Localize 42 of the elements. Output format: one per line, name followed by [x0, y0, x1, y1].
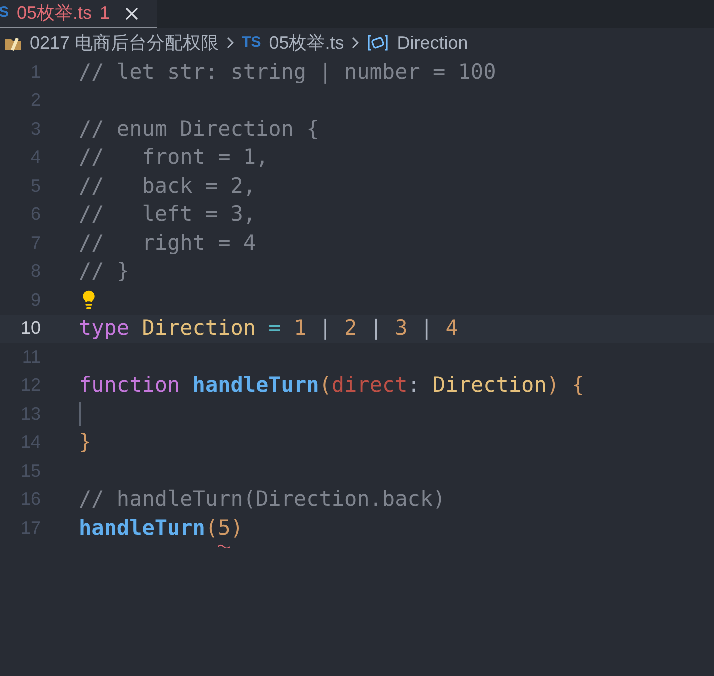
- code-token: Direction: [433, 372, 547, 399]
- code-token: Direction: [141, 315, 256, 342]
- line-number: 10: [20, 317, 41, 340]
- code-token: 4: [446, 315, 458, 342]
- code-token: 3: [395, 315, 408, 342]
- code-token: |: [368, 315, 384, 342]
- symbol-icon: [367, 34, 390, 52]
- code-token: // let str: string | number = 100: [79, 58, 496, 86]
- code-token: // }: [79, 258, 130, 285]
- code-token: |: [419, 315, 434, 342]
- code-token: (: [319, 372, 332, 399]
- code-token: // handleTurn(Direction.back): [79, 486, 446, 513]
- code-token: handleTurn: [79, 514, 206, 542]
- typescript-icon: TS: [242, 32, 262, 54]
- code-token: |: [318, 315, 333, 342]
- code-token: type: [79, 315, 130, 342]
- folder-icon: [4, 35, 22, 51]
- code-token: function: [79, 372, 180, 399]
- code-token: // left = 3,: [79, 201, 256, 228]
- code-token: }: [79, 429, 92, 456]
- code-token: handleTurn: [192, 372, 320, 399]
- problem-count: 1: [100, 2, 110, 25]
- code-token: 2: [344, 315, 358, 342]
- code-token: // right = 4: [79, 230, 256, 256]
- code-token: 1: [292, 315, 307, 342]
- code-token: ): [546, 372, 560, 399]
- code-token: (: [205, 514, 218, 542]
- chevron-icon: [227, 37, 234, 49]
- breadcrumb-item[interactable]: Direction: [397, 30, 468, 56]
- code-token: ): [230, 514, 244, 542]
- code-token: :: [408, 372, 422, 399]
- breadcrumb-item[interactable]: 05枚举.ts: [269, 30, 344, 56]
- code-token: direct: [332, 372, 408, 399]
- code-token: // back = 2,: [79, 172, 256, 200]
- breadcrumb-item[interactable]: 0217 电商后台分配权限: [30, 30, 220, 56]
- tab-label: 05枚举.ts: [17, 2, 92, 25]
- code-token: 5: [218, 512, 231, 544]
- chevron-icon: [352, 37, 360, 49]
- code-token: // enum Direction {: [79, 116, 320, 142]
- code-token: // front = 1,: [79, 144, 269, 171]
- code-token: {: [571, 372, 585, 399]
- code-token: =: [268, 315, 282, 342]
